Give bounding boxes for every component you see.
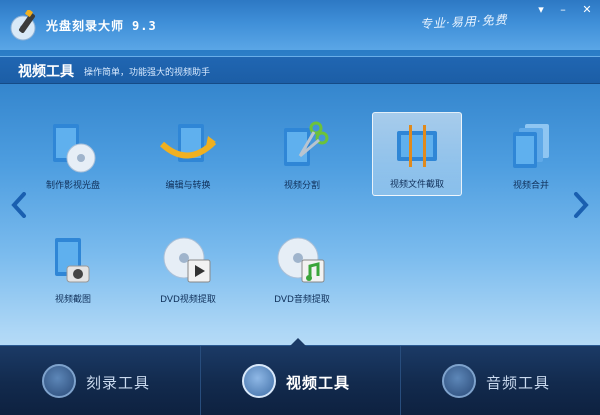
- tool-edit-convert[interactable]: 编辑与转换: [143, 114, 233, 198]
- tool-grid: 制作影视光盘 编辑与转换 视频分割 视频文件截取 视频合并 视频截图 DVD视频…: [0, 84, 600, 340]
- nav-tab-label: 刻录工具: [86, 374, 151, 392]
- tool-label: 视频合并: [512, 181, 549, 191]
- film-camera-icon: [55, 238, 90, 283]
- active-indicator: [290, 338, 306, 346]
- dvd-music-icon: [277, 237, 325, 283]
- tool-make-video-disc[interactable]: 制作影视光盘: [28, 114, 118, 198]
- close-button[interactable]: ✕: [574, 0, 600, 18]
- window-controls: ▾ – ✕: [530, 0, 600, 18]
- music-note-icon: [442, 364, 476, 398]
- app-title: 光盘刻录大师 9.3: [46, 17, 157, 34]
- app-version: 9.3: [132, 19, 157, 33]
- nav-tab-video-tools[interactable]: 视频工具: [200, 346, 400, 415]
- tool-dvd-video-extract[interactable]: DVD视频提取: [143, 228, 233, 312]
- tool-video-merge[interactable]: 视频合并: [486, 114, 576, 198]
- tool-label: DVD音频提取: [274, 295, 330, 305]
- prev-page-arrow-icon[interactable]: [10, 192, 28, 218]
- section-subtitle: 操作简单，功能强大的视频助手: [84, 68, 211, 78]
- tool-video-screenshot[interactable]: 视频截图: [28, 228, 118, 312]
- tool-label: DVD视频提取: [160, 295, 216, 305]
- tool-video-split[interactable]: 视频分割: [257, 114, 347, 198]
- section-header: 视频工具 操作简单，功能强大的视频助手: [0, 56, 600, 84]
- film-disc-icon: [53, 124, 96, 173]
- tool-label: 视频文件截取: [389, 180, 444, 190]
- section-title: 视频工具: [18, 64, 74, 80]
- nav-tab-burn-tools[interactable]: 刻录工具: [0, 346, 200, 415]
- nav-tab-label: 视频工具: [286, 374, 351, 392]
- nav-tab-audio-tools[interactable]: 音频工具: [400, 346, 600, 415]
- minimize-button[interactable]: –: [552, 0, 574, 18]
- title-bar: 光盘刻录大师 9.3 专业·易用·免费 ▾ – ✕: [0, 0, 600, 50]
- film-scissors-icon: [284, 121, 329, 166]
- tool-label: 视频截图: [54, 295, 91, 305]
- slogan: 专业·易用·免费: [419, 12, 508, 32]
- video-icon: [242, 364, 276, 398]
- film-arrow-icon: [159, 124, 217, 162]
- bottom-nav: 刻录工具 视频工具 音频工具: [0, 338, 600, 415]
- film-stack-icon: [513, 124, 549, 168]
- app-logo-icon: [10, 10, 36, 41]
- tool-dvd-audio-extract[interactable]: DVD音频提取: [257, 228, 347, 312]
- disc-icon: [42, 364, 76, 398]
- tool-video-clip[interactable]: 视频文件截取: [372, 112, 462, 196]
- tool-label: 制作影视光盘: [45, 181, 100, 191]
- menu-dropdown-button[interactable]: ▾: [530, 0, 552, 18]
- tool-label: 视频分割: [283, 181, 320, 191]
- app-name: 光盘刻录大师: [46, 19, 125, 33]
- tool-label: 编辑与转换: [165, 181, 211, 191]
- nav-tab-label: 音频工具: [486, 374, 551, 392]
- dvd-film-icon: [163, 237, 211, 283]
- film-clip-icon: [397, 125, 437, 167]
